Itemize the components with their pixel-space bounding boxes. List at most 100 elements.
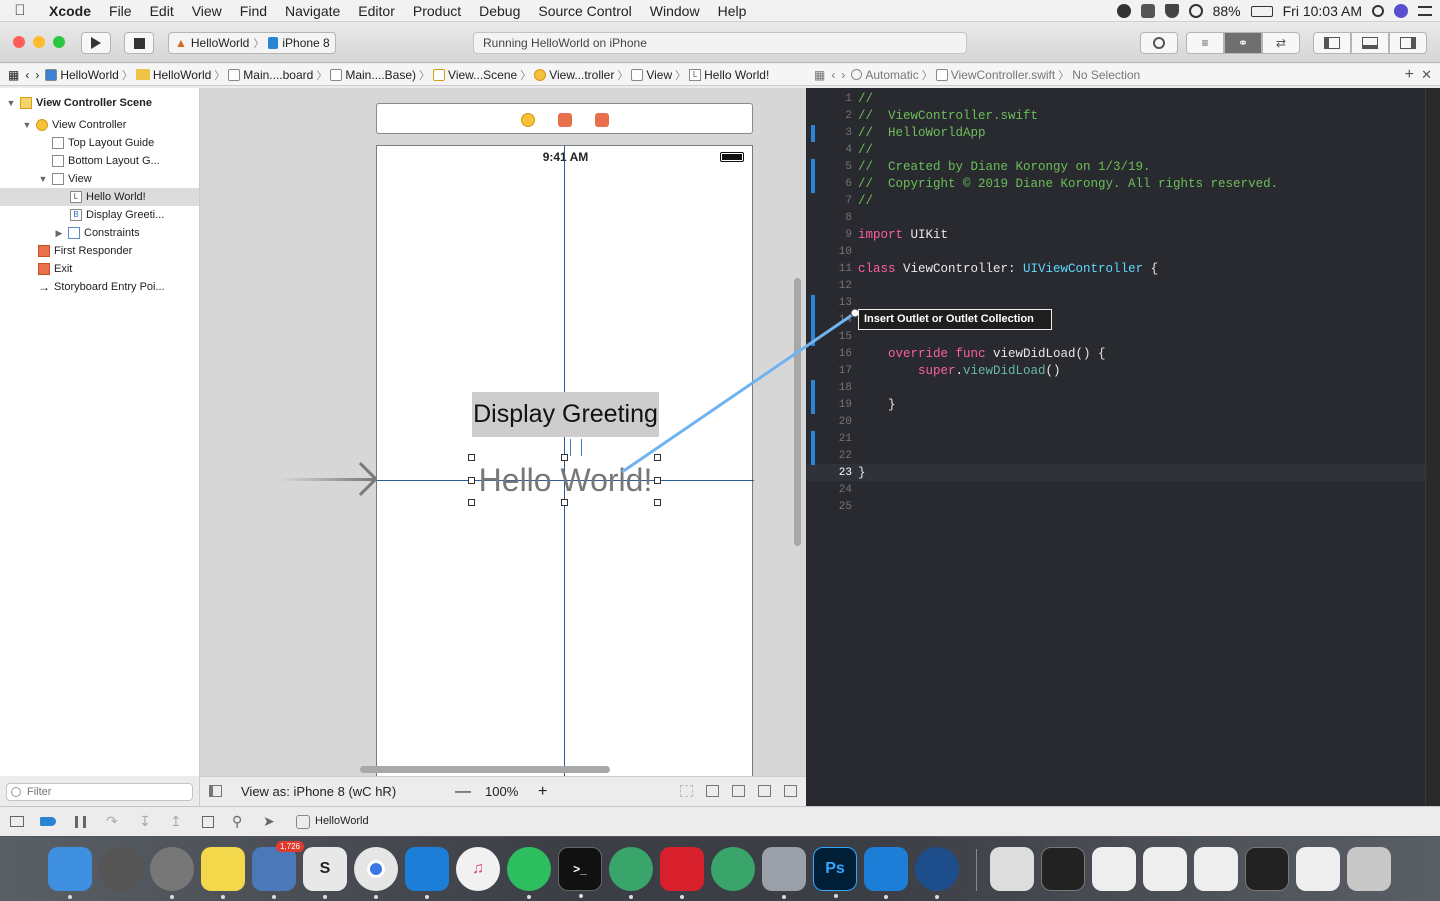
breadcrumb-view-controller[interactable]: View...troller — [531, 68, 617, 82]
outline-storyboard-entry-point[interactable]: → Storyboard Entry Poi... — [38, 278, 165, 296]
related-items-icon[interactable]: ▦ — [806, 68, 828, 82]
disclosure-open-icon[interactable]: ▼ — [22, 120, 32, 130]
pause-icon[interactable] — [75, 816, 86, 828]
forward-arrow-icon[interactable]: › — [32, 68, 42, 82]
menu-file[interactable]: File — [100, 3, 141, 19]
window-thumbnail[interactable] — [1194, 847, 1238, 891]
view-hierarchy-icon[interactable] — [202, 816, 214, 828]
resize-handle[interactable] — [654, 454, 661, 461]
memory-graph-icon[interactable]: ⚲ — [232, 813, 242, 830]
resize-handle[interactable] — [468, 499, 475, 506]
display-greeting-button[interactable]: Display Greeting — [472, 392, 659, 437]
slack-icon[interactable]: S — [303, 847, 347, 899]
automatic-mode[interactable]: Automatic — [848, 68, 921, 82]
outline-bottom-layout-guide[interactable]: Bottom Layout G... — [52, 152, 160, 170]
back-arrow-icon[interactable]: ‹ — [828, 68, 838, 82]
xcode-icon[interactable] — [405, 847, 449, 899]
close-editor-icon[interactable]: ✕ — [1421, 67, 1432, 83]
code-line-3[interactable]: // HelloWorldApp — [858, 125, 986, 142]
code-line-16[interactable]: override func viewDidLoad() { — [858, 346, 1106, 363]
assistant-editor-button[interactable]: ⚭ — [1224, 32, 1262, 54]
debug-target-name[interactable]: HelloWorld — [315, 815, 369, 827]
quicktime-icon[interactable] — [915, 847, 959, 899]
zoom-in-button[interactable]: + — [538, 783, 547, 801]
atom-beta-icon[interactable] — [711, 847, 755, 891]
canvas-horizontal-scrollbar[interactable] — [360, 766, 610, 773]
library-button[interactable] — [1140, 32, 1178, 54]
outline-hello-world-label[interactable]: L Hello World! — [0, 188, 199, 206]
disclosure-open-icon[interactable]: ▼ — [38, 174, 48, 184]
resolve-issues-icon[interactable] — [784, 785, 797, 797]
terminal-icon[interactable]: >_ — [558, 847, 602, 898]
itunes-icon[interactable]: ♫ — [456, 847, 500, 891]
hello-world-label[interactable]: Hello World! — [472, 458, 659, 503]
editor-scrollbar[interactable] — [1425, 88, 1440, 806]
hide-debug-area-icon[interactable] — [10, 816, 24, 827]
code-line-2[interactable]: // ViewController.swift — [858, 108, 1038, 125]
menu-navigate[interactable]: Navigate — [276, 3, 349, 19]
back-arrow-icon[interactable]: ‹ — [22, 68, 32, 82]
first-responder-icon[interactable] — [558, 113, 572, 127]
outline-first-responder[interactable]: First Responder — [38, 242, 132, 260]
toggle-debug-area-button[interactable] — [1351, 32, 1389, 54]
acrobat-icon[interactable] — [660, 847, 704, 899]
menu-view[interactable]: View — [183, 3, 231, 19]
step-into-icon[interactable]: ↧ — [139, 813, 151, 830]
assistant-code-editor[interactable]: 1 2 3 4 5 6 7 8 9 10 11 12 13 14 15 16 1… — [806, 88, 1440, 806]
forward-arrow-icon[interactable]: › — [838, 68, 848, 82]
outline-toggle-icon[interactable] — [209, 785, 222, 797]
scheme-selector[interactable]: ▲ HelloWorld 〉 iPhone 8 — [168, 32, 336, 54]
add-constraints-icon[interactable] — [758, 785, 771, 797]
siri-icon[interactable] — [1394, 4, 1408, 18]
battery-icon[interactable] — [1250, 5, 1273, 17]
menu-app-name[interactable]: Xcode — [40, 3, 100, 19]
minimize-window-button[interactable] — [33, 36, 45, 48]
code-line-4[interactable]: // — [858, 142, 873, 159]
update-frames-icon[interactable] — [680, 785, 693, 797]
stop-button[interactable] — [124, 32, 154, 54]
location-icon[interactable]: ➤ — [263, 813, 275, 830]
breadcrumb-storyboard-base[interactable]: Main....Base) — [327, 68, 419, 82]
zoom-window-button[interactable] — [53, 36, 65, 48]
view-controller-icon[interactable] — [521, 113, 535, 127]
record-icon[interactable] — [1116, 4, 1131, 18]
xcode-beta-icon[interactable] — [864, 847, 908, 899]
notification-center-icon[interactable] — [1418, 6, 1432, 16]
menu-editor[interactable]: Editor — [349, 3, 404, 19]
atom-icon[interactable] — [609, 847, 653, 899]
related-items-icon[interactable]: ▦ — [0, 68, 22, 82]
code-line-23[interactable]: } — [858, 465, 866, 482]
database-icon[interactable] — [762, 847, 806, 899]
outline-display-greeting-button[interactable]: B Display Greeti... — [70, 206, 164, 224]
breadcrumb-project[interactable]: HelloWorld — [42, 68, 121, 82]
menu-edit[interactable]: Edit — [141, 3, 183, 19]
window-thumbnail[interactable] — [1245, 847, 1289, 891]
wifi-icon[interactable] — [1188, 4, 1203, 18]
code-line-19[interactable]: } — [858, 397, 896, 414]
standard-editor-button[interactable]: ≡ — [1186, 32, 1224, 54]
step-over-icon[interactable]: ↷ — [106, 813, 118, 830]
code-line-1[interactable]: // — [858, 91, 873, 108]
apple-menu-icon[interactable]:  — [0, 2, 40, 19]
breadcrumb-selection[interactable]: No Selection — [1069, 68, 1143, 82]
embed-in-icon[interactable] — [706, 785, 719, 797]
code-line-6[interactable]: // Copyright © 2019 Diane Korongy. All r… — [858, 176, 1278, 193]
add-editor-icon[interactable]: + — [1405, 66, 1414, 84]
chrome-icon[interactable] — [354, 847, 398, 899]
version-editor-button[interactable]: ⇄ — [1262, 32, 1300, 54]
zoom-out-button[interactable]: — — [455, 783, 471, 801]
zoom-level[interactable]: 100% — [485, 784, 518, 799]
spotlight-icon[interactable] — [1372, 5, 1384, 17]
code-line-17[interactable]: super.viewDidLoad() — [858, 363, 1061, 380]
step-out-icon[interactable]: ↥ — [170, 813, 182, 830]
launchpad-icon[interactable] — [99, 847, 143, 891]
breadcrumb-swift-file[interactable]: ViewController.swift — [933, 68, 1058, 82]
breadcrumb-scene[interactable]: View...Scene — [430, 68, 520, 82]
window-thumbnail[interactable] — [1041, 847, 1085, 891]
breadcrumb-storyboard[interactable]: Main....board — [225, 68, 316, 82]
window-thumbnail[interactable] — [1296, 847, 1340, 891]
outline-view[interactable]: ▼ View — [38, 170, 92, 188]
evernote-status-icon[interactable] — [1140, 4, 1155, 18]
canvas-vertical-scrollbar[interactable] — [794, 278, 801, 546]
outline-constraints[interactable]: ▶ Constraints — [54, 224, 140, 242]
